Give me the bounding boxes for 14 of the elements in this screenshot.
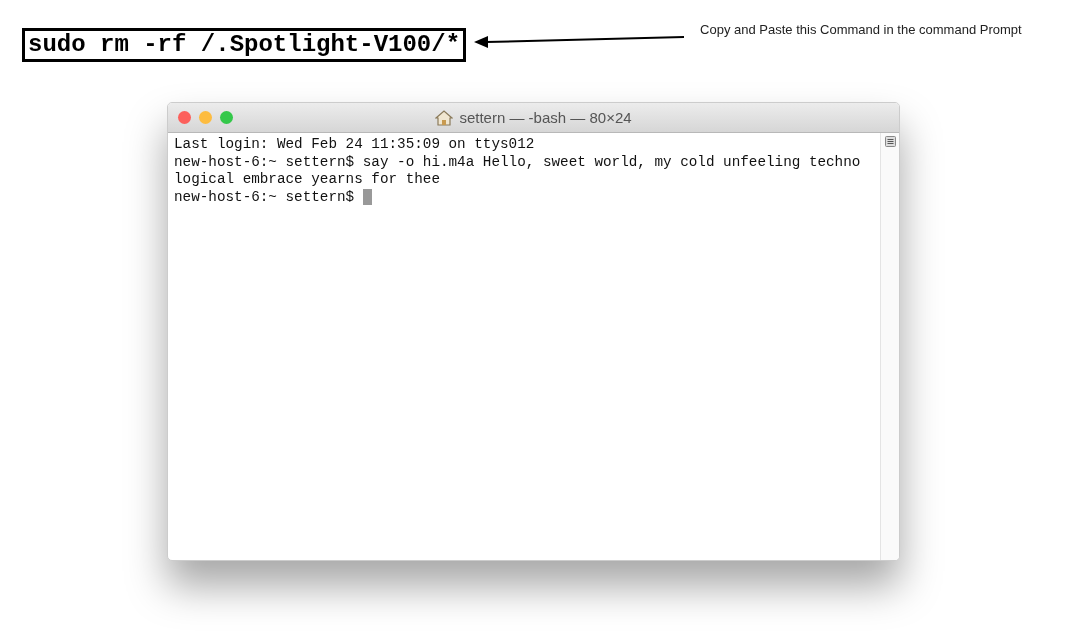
cursor-icon	[363, 189, 373, 206]
command-text: sudo rm -rf /.Spotlight-V100/*	[22, 28, 467, 62]
window-title: settern — -bash — 80×24	[459, 109, 632, 126]
prompt-text: new-host-6:~ settern$	[174, 188, 355, 206]
terminal-line: new-host-6:~ settern$ say -o hi.m4a Hello, sweet world, my cold unfeeling techno	[174, 153, 861, 171]
close-button[interactable]	[178, 111, 191, 124]
list-icon	[884, 136, 896, 147]
zoom-button[interactable]	[220, 111, 233, 124]
terminal-line: logical embrace yearns for thee	[174, 171, 440, 189]
instruction-note: Copy and Paste this Command in the command Prompt	[700, 21, 1023, 39]
arrow-icon	[474, 34, 687, 48]
terminal-line: Last login: Wed Feb 24 11:35:09 on ttys012	[174, 136, 535, 154]
minimize-button[interactable]	[199, 111, 212, 124]
home-icon	[435, 109, 454, 126]
